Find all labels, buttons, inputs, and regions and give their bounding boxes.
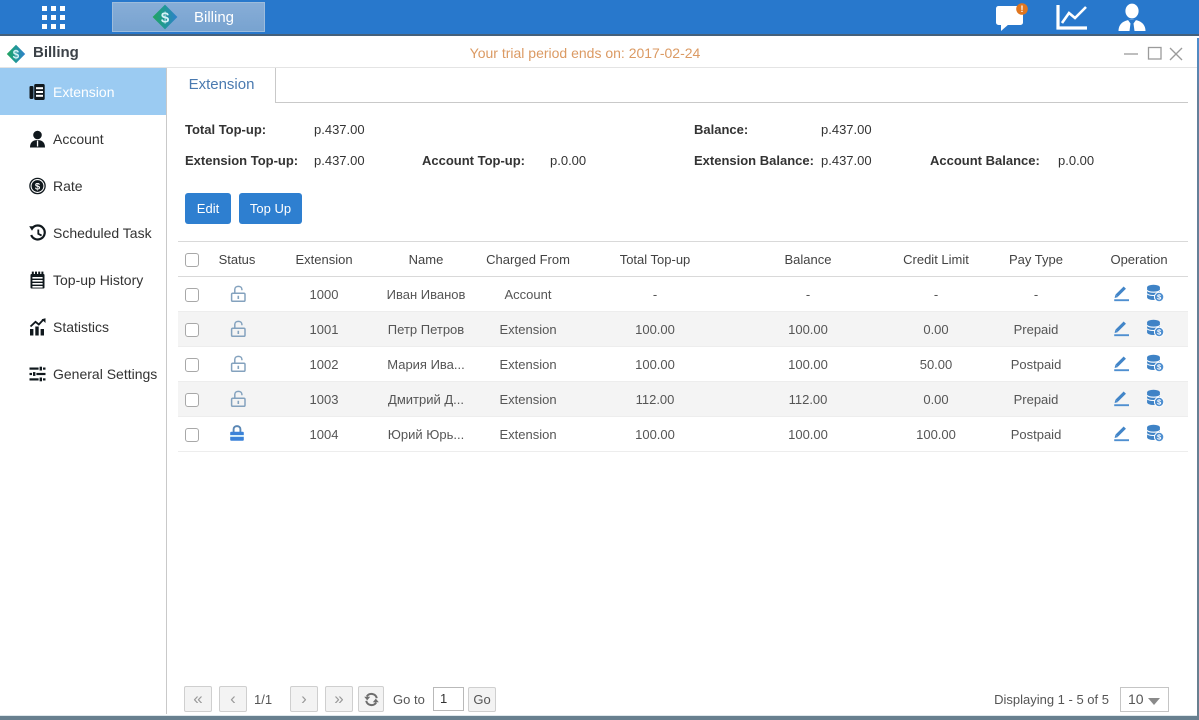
svg-text:$: $: [35, 181, 41, 192]
svg-text:!: !: [1021, 4, 1024, 14]
svg-text:$: $: [161, 10, 170, 27]
